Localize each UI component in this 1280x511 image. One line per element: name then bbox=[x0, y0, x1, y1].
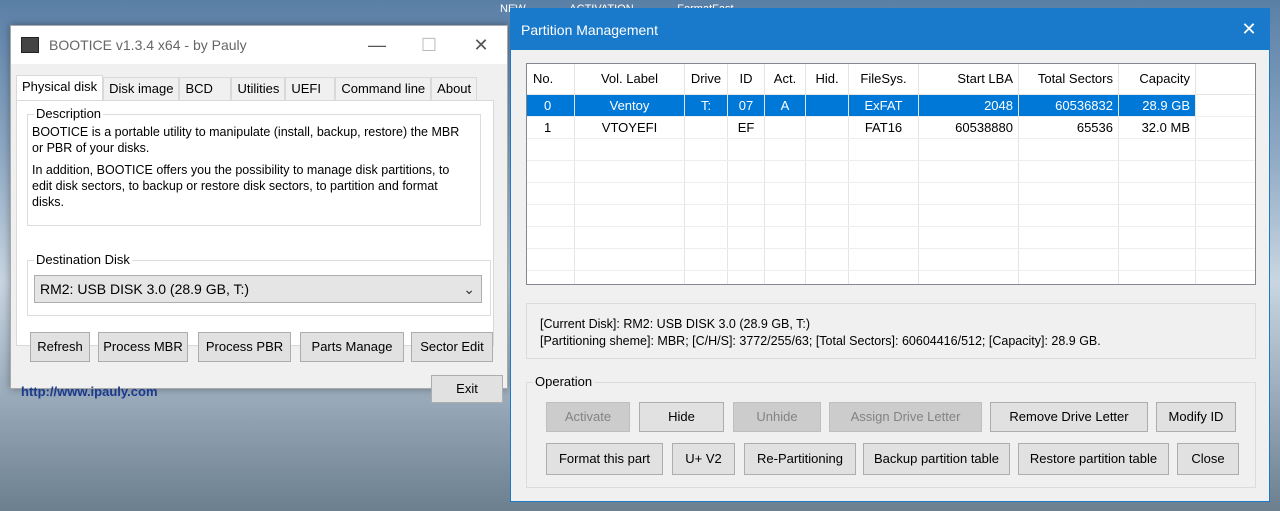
close-icon[interactable]: ✕ bbox=[1229, 19, 1269, 40]
chevron-down-icon: ⌄ bbox=[463, 281, 475, 297]
cell-drive bbox=[685, 117, 728, 138]
refresh-button[interactable]: Refresh bbox=[30, 332, 90, 362]
process-pbr-button[interactable]: Process PBR bbox=[198, 332, 291, 362]
cell-filesys: FAT16 bbox=[849, 117, 919, 138]
operation-legend: Operation bbox=[533, 374, 595, 389]
operation-group: Operation Activate Hide Unhide Assign Dr… bbox=[526, 374, 1256, 488]
description-legend: Description bbox=[34, 106, 104, 121]
cell-total-sectors: 65536 bbox=[1019, 117, 1119, 138]
uv2-button[interactable]: U+ V2 bbox=[672, 443, 735, 475]
empty-row bbox=[527, 249, 1255, 271]
cell-hid bbox=[806, 117, 849, 138]
header-filler bbox=[1196, 64, 1255, 94]
column-header[interactable]: Capacity bbox=[1119, 64, 1196, 94]
column-header[interactable]: ID bbox=[728, 64, 765, 94]
close-button[interactable]: Close bbox=[1177, 443, 1239, 475]
maximize-icon[interactable]: ☐ bbox=[403, 35, 455, 56]
unhide-button[interactable]: Unhide bbox=[733, 402, 821, 432]
column-header[interactable]: Total Sectors bbox=[1019, 64, 1119, 94]
minimize-icon[interactable]: — bbox=[351, 35, 403, 56]
format-partition-button[interactable]: Format this part bbox=[546, 443, 663, 475]
cell-vol-label: Ventoy bbox=[575, 95, 685, 116]
cell-drive: T: bbox=[685, 95, 728, 116]
app-icon bbox=[21, 37, 39, 53]
bootice-titlebar[interactable]: BOOTICE v1.3.4 x64 - by Pauly — ☐ ✕ bbox=[11, 26, 507, 64]
description-text: In addition, BOOTICE offers you the poss… bbox=[32, 163, 450, 209]
backup-partition-table-button[interactable]: Backup partition table bbox=[863, 443, 1010, 475]
cell-id: EF bbox=[728, 117, 765, 138]
disk-info-box: [Current Disk]: RM2: USB DISK 3.0 (28.9 … bbox=[526, 303, 1256, 359]
partitioning-scheme-info: [Partitioning sheme]: MBR; [C/H/S]: 3772… bbox=[540, 334, 1101, 348]
column-header[interactable]: FileSys. bbox=[849, 64, 919, 94]
tab-disk-image[interactable]: Disk image bbox=[103, 77, 180, 100]
empty-row bbox=[527, 139, 1255, 161]
partition-list[interactable]: No. Vol. Label Drive ID Act. Hid. FileSy… bbox=[526, 63, 1256, 285]
pm-titlebar[interactable]: Partition Management ✕ bbox=[511, 9, 1269, 50]
website-link[interactable]: http://www.ipauly.com bbox=[21, 384, 158, 399]
row-filler bbox=[1196, 95, 1255, 116]
tab-about[interactable]: About bbox=[431, 77, 478, 100]
cell-no: 0 bbox=[527, 95, 575, 116]
cell-total-sectors: 60536832 bbox=[1019, 95, 1119, 116]
cell-no: 1 bbox=[527, 117, 575, 138]
remove-drive-letter-button[interactable]: Remove Drive Letter bbox=[990, 402, 1148, 432]
bootice-body: Physical disk Disk image BCD Utilities U… bbox=[11, 64, 507, 403]
tab-utilities[interactable]: Utilities bbox=[231, 77, 286, 100]
cell-vol-label: VTOYEFI bbox=[575, 117, 685, 138]
partition-management-window: Partition Management ✕ No. Vol. Label Dr… bbox=[510, 8, 1270, 502]
tab-command-line[interactable]: Command line bbox=[335, 77, 432, 100]
tab-physical-disk[interactable]: Physical disk bbox=[16, 75, 104, 101]
empty-row bbox=[527, 161, 1255, 183]
cell-act bbox=[765, 117, 806, 138]
destination-disk-value: RM2: USB DISK 3.0 (28.9 GB, T:) bbox=[40, 281, 250, 297]
row-filler bbox=[1196, 117, 1255, 138]
current-disk-info: [Current Disk]: RM2: USB DISK 3.0 (28.9 … bbox=[540, 317, 810, 331]
column-header[interactable]: No. bbox=[527, 64, 575, 94]
sector-edit-button[interactable]: Sector Edit bbox=[411, 332, 493, 362]
cell-filesys: ExFAT bbox=[849, 95, 919, 116]
destination-disk-legend: Destination Disk bbox=[34, 252, 132, 267]
process-mbr-button[interactable]: Process MBR bbox=[98, 332, 188, 362]
cell-start-lba: 60538880 bbox=[919, 117, 1019, 138]
tab-bar: Physical disk Disk image BCD Utilities U… bbox=[16, 75, 478, 101]
physical-disk-pane: Description BOOTICE is a portable utilit… bbox=[16, 100, 494, 362]
cell-start-lba: 2048 bbox=[919, 95, 1019, 116]
pm-window-title: Partition Management bbox=[521, 21, 658, 38]
hide-button[interactable]: Hide bbox=[639, 402, 724, 432]
description-group: Description BOOTICE is a portable utilit… bbox=[27, 106, 481, 226]
activate-button[interactable]: Activate bbox=[546, 402, 630, 432]
column-header[interactable]: Start LBA bbox=[919, 64, 1019, 94]
assign-drive-letter-button[interactable]: Assign Drive Letter bbox=[829, 402, 982, 432]
repartitioning-button[interactable]: Re-Partitioning bbox=[744, 443, 856, 475]
empty-row bbox=[527, 183, 1255, 205]
cell-capacity: 32.0 MB bbox=[1119, 117, 1196, 138]
column-header[interactable]: Act. bbox=[765, 64, 806, 94]
empty-row bbox=[527, 227, 1255, 249]
column-header[interactable]: Vol. Label bbox=[575, 64, 685, 94]
column-header[interactable]: Hid. bbox=[806, 64, 849, 94]
destination-disk-select[interactable]: RM2: USB DISK 3.0 (28.9 GB, T:) ⌄ bbox=[34, 275, 482, 303]
destination-disk-group: Destination Disk RM2: USB DISK 3.0 (28.9… bbox=[27, 252, 491, 316]
cell-capacity: 28.9 GB bbox=[1119, 95, 1196, 116]
empty-row bbox=[527, 271, 1255, 284]
empty-row bbox=[527, 205, 1255, 227]
cell-hid bbox=[806, 95, 849, 116]
cell-id: 07 bbox=[728, 95, 765, 116]
close-icon[interactable]: ✕ bbox=[455, 35, 507, 56]
parts-manage-button[interactable]: Parts Manage bbox=[300, 332, 404, 362]
partition-row[interactable]: 1 VTOYEFI EF FAT16 60538880 65536 32.0 M… bbox=[527, 117, 1255, 139]
column-header[interactable]: Drive bbox=[685, 64, 728, 94]
tab-uefi[interactable]: UEFI bbox=[285, 77, 336, 100]
restore-partition-table-button[interactable]: Restore partition table bbox=[1018, 443, 1169, 475]
partition-row[interactable]: 0 Ventoy T: 07 A ExFAT 2048 60536832 28.… bbox=[527, 95, 1255, 117]
bootice-window: BOOTICE v1.3.4 x64 - by Pauly — ☐ ✕ Phys… bbox=[10, 25, 508, 403]
partition-list-header: No. Vol. Label Drive ID Act. Hid. FileSy… bbox=[527, 64, 1255, 95]
modify-id-button[interactable]: Modify ID bbox=[1156, 402, 1236, 432]
tab-bcd[interactable]: BCD bbox=[179, 77, 232, 100]
cell-act: A bbox=[765, 95, 806, 116]
description-text: BOOTICE is a portable utility to manipul… bbox=[32, 125, 460, 155]
exit-button[interactable]: Exit bbox=[431, 375, 503, 403]
window-title: BOOTICE v1.3.4 x64 - by Pauly bbox=[49, 37, 247, 53]
